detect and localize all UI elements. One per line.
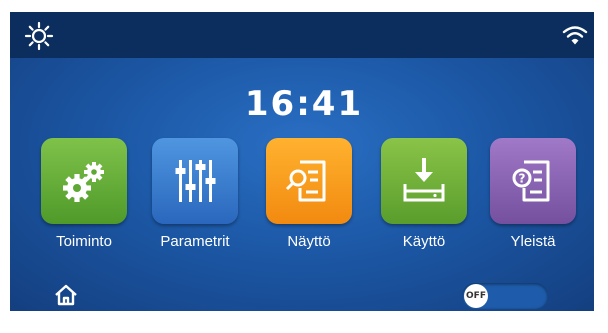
gears-icon (63, 162, 104, 202)
download-icon (403, 158, 445, 202)
menu-label-kaytto: Käyttö (402, 233, 446, 250)
toggle-label: OFF (464, 284, 488, 308)
menu-item-naytto[interactable] (266, 138, 352, 224)
svg-text:?: ? (519, 172, 526, 186)
menu-item-toiminto[interactable] (41, 138, 127, 224)
document-search-icon (285, 160, 326, 202)
status-bar (10, 12, 594, 58)
menu-label-naytto: Näyttö (287, 233, 331, 250)
document-help-icon: ? (512, 160, 550, 202)
menu-label-toiminto: Toiminto (56, 233, 112, 250)
home-icon[interactable] (54, 284, 78, 306)
control-panel-screen: 16:41 Toiminto Parametrit Näyttö Käyttö … (0, 0, 608, 333)
menu-label-yleista: Yleistä (510, 233, 556, 250)
clock-display: 16:41 (244, 84, 364, 124)
menu-item-yleista[interactable]: ? (490, 138, 576, 224)
menu-item-kaytto[interactable] (381, 138, 467, 224)
wifi-icon (562, 26, 588, 45)
sun-icon[interactable] (24, 21, 54, 51)
menu-label-parametrit: Parametrit (160, 233, 230, 250)
power-toggle[interactable]: OFF (462, 283, 548, 309)
sliders-icon (175, 160, 216, 202)
menu-item-parametrit[interactable] (152, 138, 238, 224)
